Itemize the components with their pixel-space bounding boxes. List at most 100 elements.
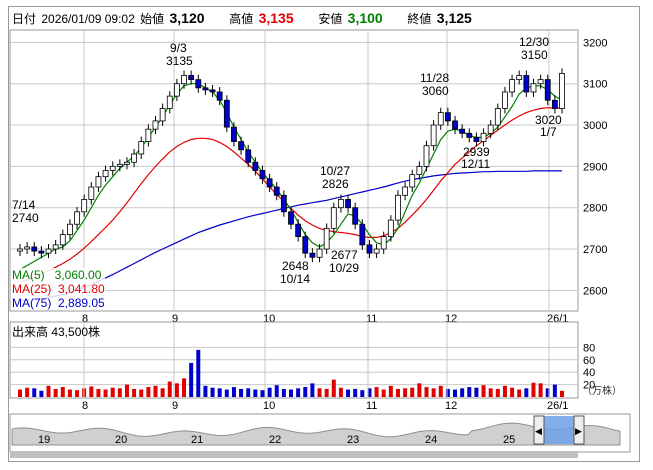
volume-bar	[381, 389, 386, 397]
volume-bar	[46, 385, 51, 397]
annotation-7-14-label: 7/14	[12, 198, 36, 212]
volume-x-tick: 10	[263, 400, 275, 412]
candle-body	[31, 246, 38, 252]
annotation-11-28-label: 11/28	[420, 71, 449, 85]
annotation-10-29-value: 2677	[331, 248, 358, 262]
candle-body	[459, 128, 466, 134]
volume-bar	[460, 388, 465, 397]
volume-bar	[231, 387, 236, 397]
candle-body	[24, 246, 31, 250]
volume-bar	[274, 385, 279, 397]
candle-body	[280, 194, 287, 213]
candle-body	[17, 248, 23, 252]
candle-body	[195, 79, 202, 89]
volume-tick-label: 80	[583, 342, 595, 354]
candle-body	[516, 75, 523, 80]
volume-bar	[32, 388, 37, 397]
candle-body	[437, 112, 444, 126]
volume-bar	[410, 387, 415, 397]
candle-body	[52, 244, 59, 250]
price-tick-label: 3000	[583, 120, 607, 132]
candle-body	[473, 137, 480, 142]
volume-bar	[538, 383, 543, 397]
annotation-12-30-value: 3150	[521, 48, 548, 62]
candle-body	[537, 79, 544, 85]
overview-handle-left-icon: ◀	[535, 426, 542, 436]
candle-body	[352, 207, 359, 225]
volume-bar	[18, 389, 22, 397]
volume-tick-label: 40	[583, 367, 595, 379]
volume-bar	[467, 387, 472, 397]
candle-body	[338, 199, 344, 209]
candle-body	[216, 91, 223, 101]
annotation-10-29-label: 10/29	[329, 261, 359, 275]
volume-bar	[417, 383, 422, 397]
candle-body	[423, 145, 430, 167]
volume-bar	[253, 389, 258, 397]
candle-body	[166, 95, 173, 109]
volume-bar	[110, 387, 115, 397]
volume-bar	[60, 387, 65, 397]
volume-bar	[438, 385, 443, 397]
candle-body	[502, 91, 508, 109]
candle-body	[252, 161, 259, 171]
candle-body	[173, 83, 180, 97]
candle-body	[309, 252, 316, 258]
candle-body	[316, 248, 323, 258]
volume-x-tick: 8	[82, 400, 88, 412]
volume-bar	[474, 387, 479, 397]
overview-tick: 19	[38, 434, 50, 446]
candle-body	[295, 223, 302, 238]
annotation-12-30-label: 12/30	[519, 35, 549, 49]
volume-bar	[353, 388, 358, 397]
candle-body	[380, 236, 387, 250]
price-tick-label: 2600	[583, 285, 607, 297]
ma-legend: MA(5) 3,060.00 MA(25) 3,041.80 MA(75) 2,…	[12, 268, 105, 310]
volume-bar	[510, 387, 515, 397]
volume-bar	[552, 384, 557, 397]
volume-bar	[453, 389, 458, 397]
volume-bar	[132, 388, 137, 397]
annotation-12-11-label: 12/11	[461, 157, 490, 171]
candle-body	[124, 161, 130, 165]
candle-body	[416, 165, 423, 176]
candle-body	[530, 83, 537, 93]
price-tick-label: 3100	[583, 79, 607, 91]
volume-bar	[89, 386, 94, 397]
price-tick-label: 3200	[583, 37, 607, 49]
stock-chart[interactable]: 3200 3100 3000 2900 2800 2700 2600 8 9 10 11 12 26/…	[0, 0, 653, 470]
volume-x-tick: 12	[445, 400, 457, 412]
volume-unit: （万株）	[582, 386, 622, 397]
candle-body	[38, 250, 45, 254]
candle-body	[359, 223, 366, 246]
volume-bar	[395, 388, 400, 397]
candle-body	[366, 244, 373, 254]
volume-bar	[324, 388, 329, 397]
candle-body	[288, 211, 294, 225]
volume-bar	[360, 390, 365, 397]
candle-body	[559, 72, 565, 109]
candle-body	[494, 108, 501, 126]
legend-ma25: MA(25) 3,041.80	[12, 282, 105, 296]
volume-bar	[67, 389, 72, 397]
candle-body	[95, 176, 102, 188]
volume-bar	[124, 384, 129, 397]
candle-body	[523, 75, 530, 93]
annotation-11-28-value: 3060	[422, 84, 449, 98]
volume-bar	[260, 390, 265, 397]
volume-bar	[310, 383, 315, 397]
candle-body	[238, 141, 244, 151]
candle-body	[109, 165, 116, 171]
candle-body	[223, 99, 230, 128]
annotation-10-27-value: 2826	[322, 177, 349, 191]
volume-x-tick: 11	[366, 400, 377, 412]
overview-tick: 20	[115, 434, 127, 446]
horizontal-scrollbar[interactable]	[10, 451, 578, 458]
volume-bar	[481, 385, 486, 397]
overview-tick: 23	[347, 434, 359, 446]
annotation-10-14-label: 10/14	[280, 272, 310, 286]
candle-body	[138, 141, 145, 155]
candle-body	[323, 227, 330, 250]
candle-body	[231, 126, 237, 142]
candle-body	[302, 236, 309, 254]
